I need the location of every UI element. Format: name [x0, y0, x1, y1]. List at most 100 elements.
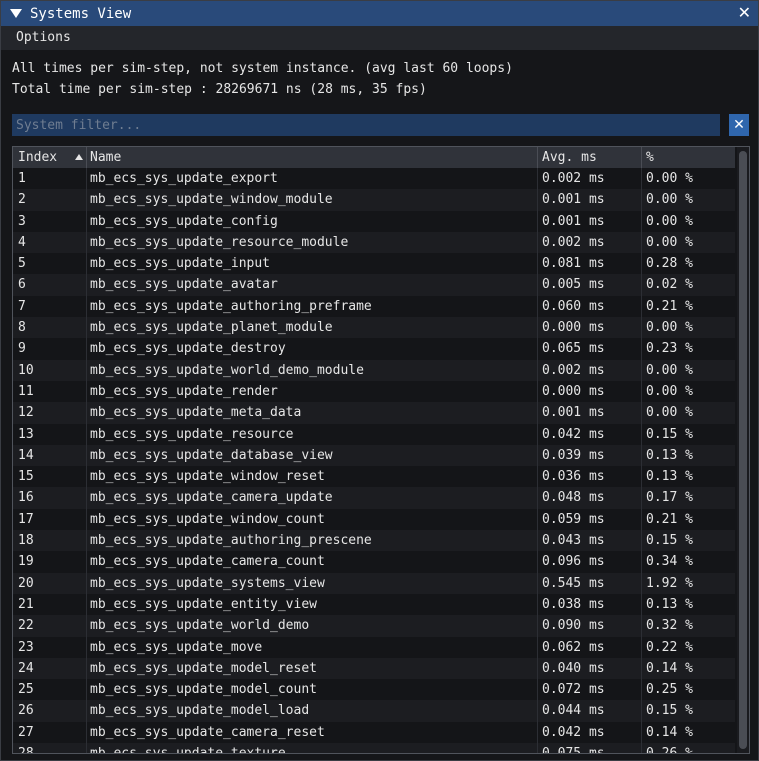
row-index: 9: [18, 341, 26, 357]
table-row[interactable]: 5 mb_ecs_sys_update_input 0.081 ms 0.28 %: [13, 253, 735, 275]
table-row[interactable]: 21 mb_ecs_sys_update_entity_view 0.038 ms 0…: [13, 593, 735, 616]
row-percent: 0.02 %: [646, 277, 693, 293]
column-divider: [641, 338, 642, 360]
column-divider: [641, 423, 642, 445]
column-divider: [641, 636, 642, 658]
header-index[interactable]: Index: [18, 150, 57, 165]
row-index: 26: [18, 703, 34, 719]
header-avg[interactable]: Avg. ms: [542, 150, 597, 165]
table-row[interactable]: 28 mb_ecs_sys_update_texture 0.075 ms 0.26 …: [13, 743, 735, 754]
column-divider: [537, 423, 538, 445]
triangle-down-icon[interactable]: [10, 9, 22, 18]
table-row[interactable]: 17 mb_ecs_sys_update_window_count 0.059 ms…: [13, 508, 735, 531]
row-avg-ms: 0.040 ms: [542, 660, 605, 676]
table-row[interactable]: 22 mb_ecs_sys_update_world_demo 0.090 ms 0.…: [13, 615, 735, 637]
scrollbar-thumb[interactable]: [739, 151, 747, 749]
table-row[interactable]: 10 mb_ecs_sys_update_world_demo_module 0.0…: [13, 359, 735, 381]
row-percent: 0.14 %: [646, 660, 693, 676]
table-row[interactable]: 19 mb_ecs_sys_update_camera_count 0.096 ms…: [13, 551, 735, 573]
clear-filter-button[interactable]: ✕: [729, 114, 749, 136]
row-percent: 0.21 %: [646, 511, 693, 527]
table-row[interactable]: 20 mb_ecs_sys_update_systems_view 0.545 ms…: [13, 572, 735, 594]
column-divider: [86, 551, 87, 573]
row-percent: 0.25 %: [646, 682, 693, 698]
column-divider[interactable]: [86, 147, 87, 168]
table-row[interactable]: 2 mb_ecs_sys_update_window_module 0.001 ms…: [13, 189, 735, 211]
row-name: mb_ecs_sys_update_database_view: [90, 447, 333, 463]
table-row[interactable]: 24 mb_ecs_sys_update_model_reset 0.040 ms 0…: [13, 657, 735, 680]
row-name: mb_ecs_sys_update_move: [90, 639, 263, 655]
table-row[interactable]: 6 mb_ecs_sys_update_avatar 0.005 ms 0.02 %: [13, 274, 735, 296]
table-row[interactable]: 18 mb_ecs_sys_update_authoring_prescene 0.…: [13, 530, 735, 552]
row-avg-ms: 0.090 ms: [542, 618, 605, 634]
column-divider: [86, 231, 87, 254]
table-row[interactable]: 23 mb_ecs_sys_update_move 0.062 ms 0.22 %: [13, 636, 735, 658]
vertical-scrollbar[interactable]: [737, 147, 749, 753]
table-row[interactable]: 25 mb_ecs_sys_update_model_count 0.072 ms 0…: [13, 679, 735, 701]
table-row[interactable]: 12 mb_ecs_sys_update_meta_data 0.001 ms 0.0…: [13, 402, 735, 424]
row-name: mb_ecs_sys_update_camera_update: [90, 490, 333, 506]
row-name: mb_ecs_sys_update_world_demo: [90, 618, 310, 634]
table-row[interactable]: 16 mb_ecs_sys_update_camera_update 0.048 m…: [13, 487, 735, 509]
row-avg-ms: 0.065 ms: [542, 341, 605, 357]
column-divider: [86, 189, 87, 211]
info-line-total: Total time per sim-step : 28269671 ns (2…: [12, 82, 427, 97]
close-icon[interactable]: ✕: [738, 4, 751, 22]
column-divider: [641, 444, 642, 467]
row-avg-ms: 0.048 ms: [542, 490, 605, 506]
system-filter-input[interactable]: [12, 114, 720, 136]
row-name: mb_ecs_sys_update_resource: [90, 426, 294, 442]
column-divider: [641, 721, 642, 744]
row-name: mb_ecs_sys_update_texture: [90, 746, 286, 754]
column-divider: [537, 657, 538, 680]
row-name: mb_ecs_sys_update_systems_view: [90, 575, 325, 591]
header-pct[interactable]: %: [646, 150, 654, 165]
row-percent: 0.21 %: [646, 298, 693, 314]
row-name: mb_ecs_sys_update_model_count: [90, 682, 317, 698]
row-name: mb_ecs_sys_update_model_reset: [90, 660, 317, 676]
column-divider: [537, 338, 538, 360]
column-divider: [86, 274, 87, 296]
column-divider: [641, 466, 642, 488]
menu-bar: Options: [1, 26, 758, 50]
row-percent: 0.15 %: [646, 426, 693, 442]
table-row[interactable]: 15 mb_ecs_sys_update_window_reset 0.036 ms…: [13, 466, 735, 488]
row-name: mb_ecs_sys_update_destroy: [90, 341, 286, 357]
sort-ascending-icon: [75, 154, 83, 160]
table-row[interactable]: 11 mb_ecs_sys_update_render 0.000 ms 0.00 %: [13, 380, 735, 403]
title-bar[interactable]: Systems View ✕: [1, 1, 758, 26]
header-name[interactable]: Name: [90, 150, 121, 165]
column-divider: [537, 295, 538, 318]
column-divider: [537, 615, 538, 637]
table-row[interactable]: 1 mb_ecs_sys_update_export 0.002 ms 0.00 %: [13, 168, 735, 190]
table-row[interactable]: 7 mb_ecs_sys_update_authoring_preframe 0.0…: [13, 295, 735, 318]
column-divider: [641, 743, 642, 753]
row-avg-ms: 0.002 ms: [542, 362, 605, 378]
column-divider: [537, 593, 538, 616]
table-row[interactable]: 27 mb_ecs_sys_update_camera_reset 0.042 ms…: [13, 721, 735, 744]
column-divider: [537, 274, 538, 296]
column-divider: [86, 508, 87, 531]
column-divider: [86, 423, 87, 445]
row-percent: 0.15 %: [646, 533, 693, 549]
row-name: mb_ecs_sys_update_entity_view: [90, 596, 317, 612]
table-row[interactable]: 9 mb_ecs_sys_update_destroy 0.065 ms 0.23 %: [13, 338, 735, 360]
column-divider[interactable]: [537, 147, 538, 168]
table-row[interactable]: 14 mb_ecs_sys_update_database_view 0.039 m…: [13, 444, 735, 467]
column-divider: [86, 572, 87, 594]
row-avg-ms: 0.072 ms: [542, 682, 605, 698]
menu-options[interactable]: Options: [16, 30, 71, 45]
row-index: 3: [18, 213, 26, 229]
column-divider: [537, 466, 538, 488]
row-avg-ms: 0.000 ms: [542, 383, 605, 399]
column-divider[interactable]: [641, 147, 642, 168]
column-divider: [86, 615, 87, 637]
table-row[interactable]: 4 mb_ecs_sys_update_resource_module 0.002 …: [13, 231, 735, 254]
table-row[interactable]: 3 mb_ecs_sys_update_config 0.001 ms 0.00 %: [13, 210, 735, 232]
table-row[interactable]: 13 mb_ecs_sys_update_resource 0.042 ms 0.15…: [13, 423, 735, 445]
table-row[interactable]: 26 mb_ecs_sys_update_model_load 0.044 ms 0.…: [13, 700, 735, 722]
column-divider: [86, 338, 87, 360]
table-row[interactable]: 8 mb_ecs_sys_update_planet_module 0.000 ms…: [13, 317, 735, 339]
column-divider: [537, 572, 538, 594]
row-name: mb_ecs_sys_update_authoring_prescene: [90, 533, 372, 549]
